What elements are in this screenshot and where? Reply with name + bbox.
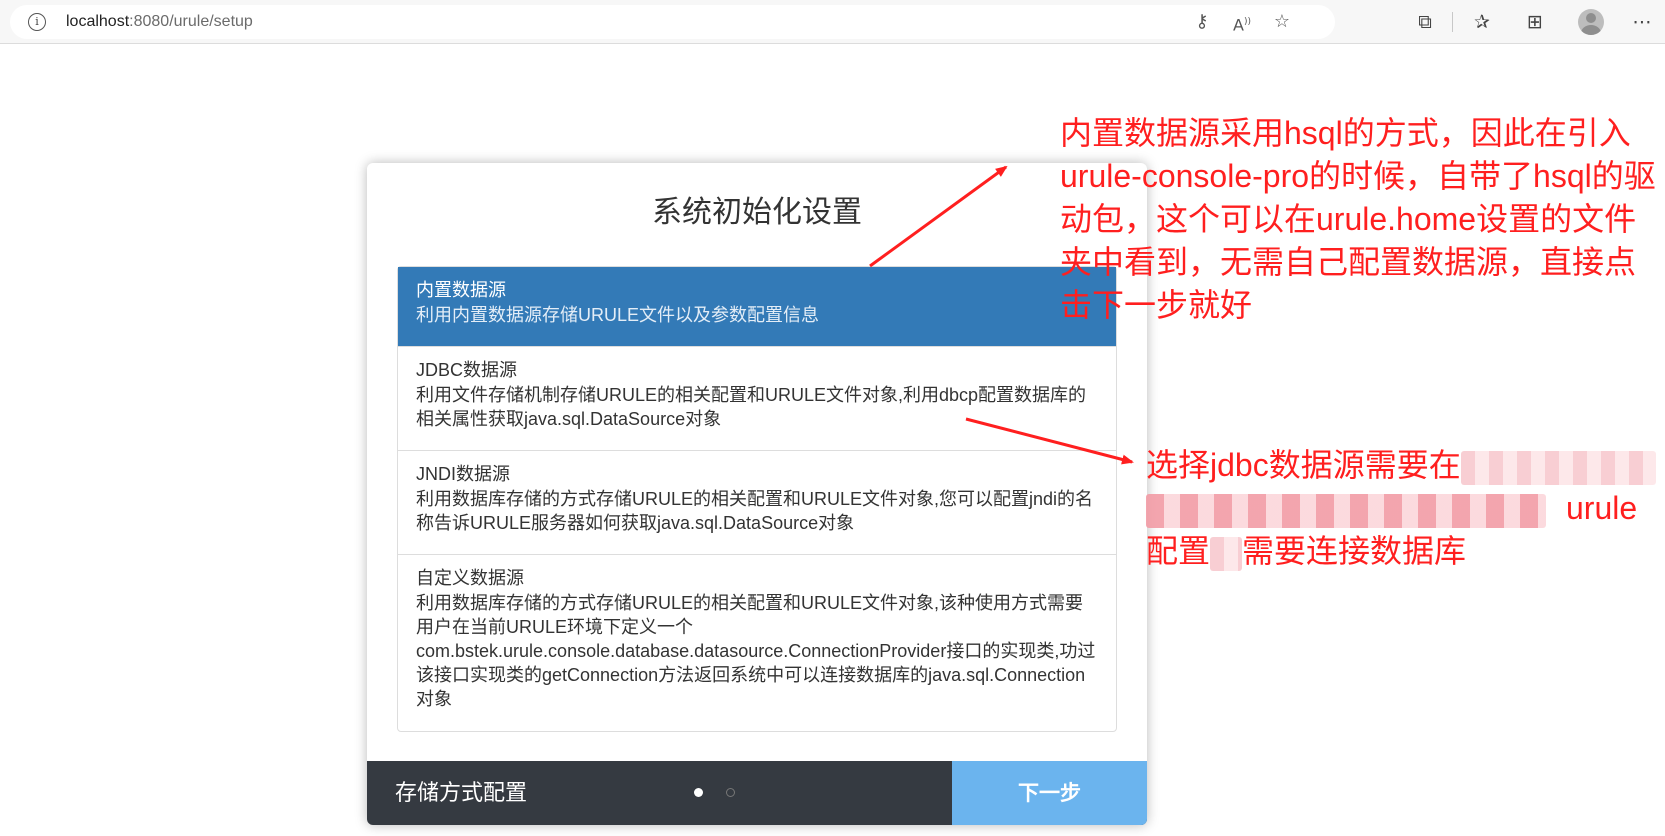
arrow-to-note-builtin (869, 165, 1008, 268)
note-jdbc-line3a: 配置 (1146, 533, 1211, 569)
redacted-region (1146, 493, 1546, 528)
redacted-region (1460, 450, 1656, 485)
redacted-region (1210, 536, 1243, 571)
note-jdbc-line2: urule (1566, 490, 1638, 526)
annotation-jdbc-note: 选择jdbc数据源需要在 urule 配置 需要连接数据库 (1146, 444, 1661, 573)
note-jdbc-line3b: 需要连接数据库 (1242, 533, 1467, 569)
annotation-builtin-note: 内置数据源采用hsql的方式，因此在引入urule-console-pro的时候… (1060, 115, 1656, 323)
arrow-to-note-jdbc (965, 417, 1134, 465)
note-jdbc-line1: 选择jdbc数据源需要在 (1146, 447, 1461, 483)
